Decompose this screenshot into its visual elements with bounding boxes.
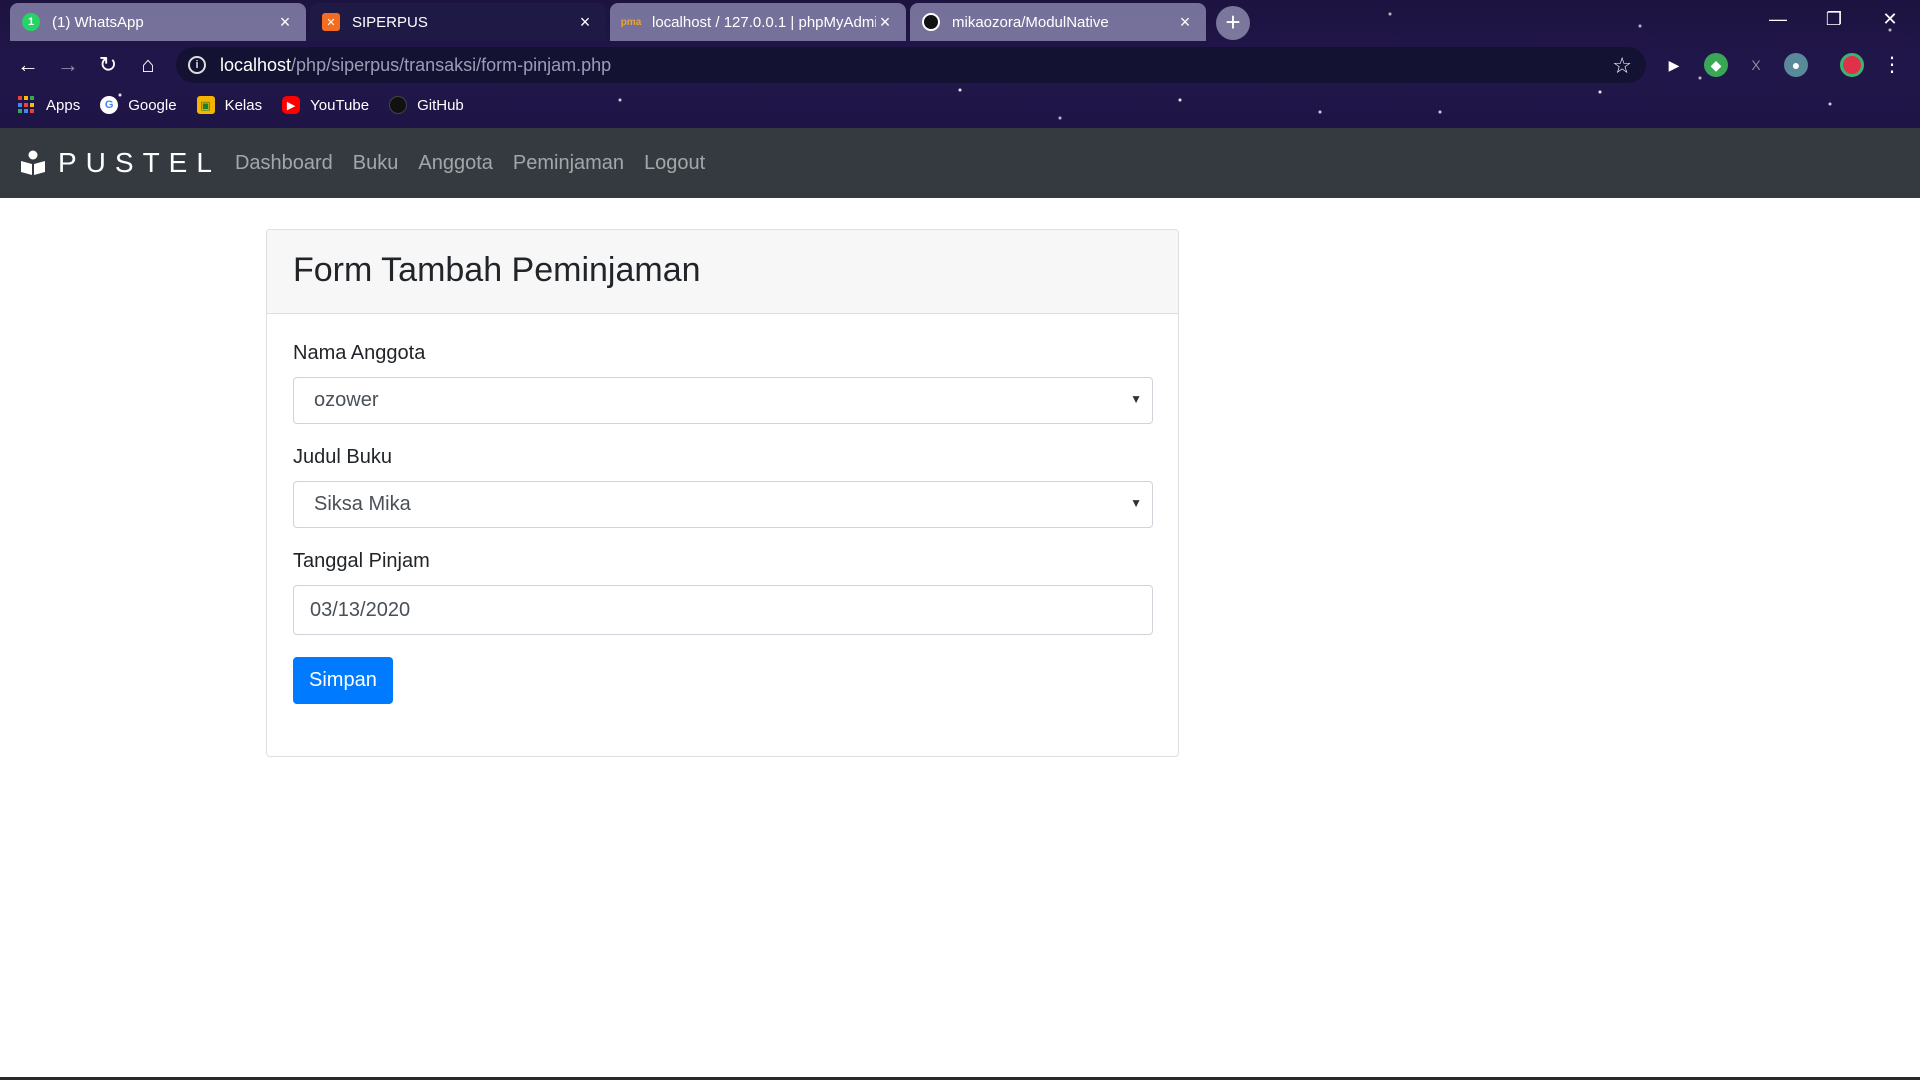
tab-title: SIPERPUS (352, 13, 428, 31)
form-card: Form Tambah Peminjaman Nama Anggota ozow… (266, 229, 1179, 757)
tanggal-pinjam-input[interactable]: 03/13/2020 (293, 585, 1153, 635)
extension-icon[interactable]: ◆ (1704, 53, 1728, 77)
tab-title: (1) WhatsApp (52, 13, 144, 31)
classroom-icon: ▣ (196, 96, 215, 114)
extension-cat-icon[interactable]: ● (1784, 53, 1808, 77)
judul-buku-label: Judul Buku (293, 446, 392, 468)
judul-buku-value: Siksa Mika (314, 493, 411, 515)
home-icon[interactable]: ⌂ (132, 49, 164, 81)
github-icon (922, 13, 940, 31)
browser-toolbar: ← → ↻ ⌂ i localhost/php/siperpus/transak… (0, 45, 1920, 85)
restore-button[interactable]: ❐ (1806, 0, 1862, 38)
tab-title: mikaozora/ModulNative (952, 13, 1109, 31)
forward-icon[interactable]: → (52, 49, 84, 81)
site-navbar: PUSTEL Dashboard Buku Anggota Peminjaman… (0, 128, 1920, 198)
page-title: Form Tambah Peminjaman (293, 251, 701, 289)
caret-down-icon: ▼ (1130, 392, 1142, 406)
nama-anggota-group: Nama Anggota ozower ▼ (293, 342, 1153, 424)
tanggal-pinjam-group: Tanggal Pinjam 03/13/2020 (293, 550, 1153, 635)
tanggal-pinjam-value: 03/13/2020 (310, 598, 411, 621)
nav-peminjaman[interactable]: Peminjaman (513, 152, 624, 175)
bookmark-youtube[interactable]: ▶ YouTube (282, 96, 369, 114)
back-icon[interactable]: ← (12, 49, 44, 81)
bookmark-apps[interactable]: Apps (18, 96, 80, 114)
xampp-icon: ✕ (322, 13, 340, 31)
minimize-button[interactable]: — (1750, 0, 1806, 38)
github-icon (389, 96, 408, 114)
nav-anggota[interactable]: Anggota (418, 152, 493, 175)
bookmark-label: YouTube (310, 96, 370, 114)
judul-buku-select[interactable]: Siksa Mika ▼ (293, 481, 1153, 528)
simpan-button[interactable]: Simpan (293, 657, 393, 704)
tab-github[interactable]: mikaozora/ModulNative × (910, 3, 1206, 41)
bookmark-label: Apps (46, 96, 81, 114)
nama-anggota-select[interactable]: ozower ▼ (293, 377, 1153, 424)
site-info-icon[interactable]: i (188, 56, 206, 74)
book-reader-icon (20, 150, 46, 176)
whatsapp-icon: 1 (22, 13, 40, 31)
close-window-button[interactable]: ✕ (1862, 0, 1918, 38)
bookmark-label: Google (128, 96, 177, 114)
url-host: localhost (220, 54, 292, 75)
profile-avatar[interactable] (1840, 53, 1864, 77)
nama-anggota-value: ozower (314, 389, 379, 411)
close-icon[interactable]: × (276, 13, 294, 31)
brand-name: PUSTEL (58, 147, 221, 178)
url-path: /php/siperpus/transaksi/form-pinjam.php (291, 54, 612, 75)
new-tab-button[interactable]: + (1216, 6, 1250, 40)
extension-x-icon[interactable]: X (1744, 53, 1768, 77)
bookmark-label: GitHub (417, 96, 464, 114)
bookmark-star-icon[interactable]: ☆ (1612, 53, 1632, 79)
bookmark-github[interactable]: GitHub (389, 96, 464, 114)
bookmark-label: Kelas (224, 96, 263, 114)
browser-chrome: 1 (1) WhatsApp × ✕ SIPERPUS × pma localh… (0, 0, 1920, 128)
tab-title: localhost / 127.0.0.1 | phpMyAdmin (652, 13, 876, 31)
tab-siperpus[interactable]: ✕ SIPERPUS × (310, 3, 606, 41)
tanggal-pinjam-label: Tanggal Pinjam (293, 550, 430, 572)
close-icon[interactable]: × (876, 13, 894, 31)
address-bar[interactable]: i localhost/php/siperpus/transaksi/form-… (176, 47, 1646, 83)
close-icon[interactable]: × (1176, 13, 1194, 31)
nama-anggota-label: Nama Anggota (293, 342, 426, 364)
caret-down-icon: ▼ (1130, 496, 1142, 510)
tab-phpmyadmin[interactable]: pma localhost / 127.0.0.1 | phpMyAdmin × (610, 3, 906, 41)
google-icon: G (100, 96, 119, 114)
judul-buku-group: Judul Buku Siksa Mika ▼ (293, 446, 1153, 528)
nav-buku[interactable]: Buku (353, 152, 399, 175)
bookmark-google[interactable]: G Google (100, 96, 177, 114)
youtube-icon: ▶ (282, 96, 301, 114)
bookmark-kelas[interactable]: ▣ Kelas (196, 96, 263, 114)
reload-icon[interactable]: ↻ (92, 49, 124, 81)
bookmarks-bar: Apps G Google ▣ Kelas ▶ YouTube GitHub (0, 90, 1920, 120)
phpmyadmin-icon: pma (620, 16, 642, 28)
tab-strip: 1 (1) WhatsApp × ✕ SIPERPUS × pma localh… (0, 0, 1920, 41)
brand[interactable]: PUSTEL (20, 147, 221, 179)
close-icon[interactable]: × (576, 13, 594, 31)
apps-grid-icon (18, 96, 36, 114)
card-body: Nama Anggota ozower ▼ Judul Buku Siksa M… (267, 314, 1178, 732)
nav-logout[interactable]: Logout (644, 152, 705, 175)
menu-icon[interactable]: ⋮ (1880, 53, 1904, 77)
nav-dashboard[interactable]: Dashboard (235, 152, 333, 175)
card-header: Form Tambah Peminjaman (267, 230, 1178, 314)
tab-whatsapp[interactable]: 1 (1) WhatsApp × (10, 3, 306, 41)
cast-icon[interactable]: ▶ (1662, 53, 1686, 77)
